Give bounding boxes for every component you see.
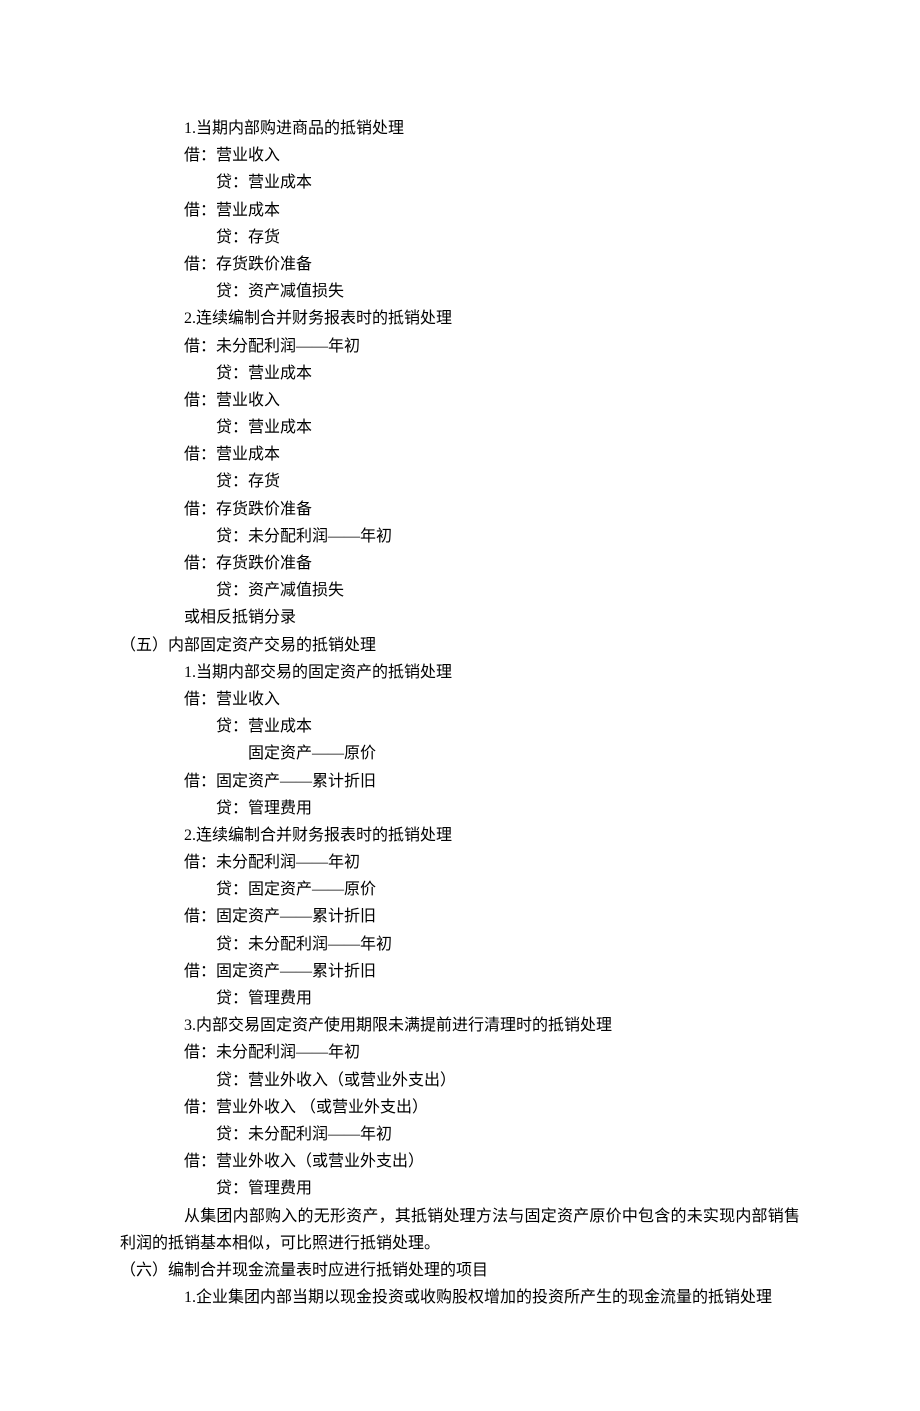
document-page: 1.当期内部购进商品的抵销处理借：营业收入贷：营业成本借：营业成本贷：存货借：存… — [0, 0, 920, 1411]
text-line: 贷：未分配利润——年初 — [120, 931, 800, 958]
text-line: 2.连续编制合并财务报表时的抵销处理 — [120, 822, 800, 849]
text-line: 借：营业外收入（或营业外支出） — [120, 1148, 800, 1175]
text-line: 3.内部交易固定资产使用期限未满提前进行清理时的抵销处理 — [120, 1012, 800, 1039]
text-line: 贷：存货 — [120, 224, 800, 251]
text-line: 借：固定资产——累计折旧 — [120, 958, 800, 985]
text-line: 借：固定资产——累计折旧 — [120, 768, 800, 795]
text-line: （六）编制合并现金流量表时应进行抵销处理的项目 — [120, 1257, 800, 1284]
text-line: 或相反抵销分录 — [120, 604, 800, 631]
text-line: 借：固定资产——累计折旧 — [120, 903, 800, 930]
content-lines: 1.当期内部购进商品的抵销处理借：营业收入贷：营业成本借：营业成本贷：存货借：存… — [120, 115, 800, 1203]
text-line: 1.当期内部购进商品的抵销处理 — [120, 115, 800, 142]
text-line: 贷：营业成本 — [120, 414, 800, 441]
text-line: 1.企业集团内部当期以现金投资或收购股权增加的投资所产生的现金流量的抵销处理 — [120, 1284, 800, 1311]
text-line: 贷：未分配利润——年初 — [120, 1121, 800, 1148]
text-line: 借：营业成本 — [120, 197, 800, 224]
text-line: 借：未分配利润——年初 — [120, 333, 800, 360]
text-line: 贷：资产减值损失 — [120, 278, 800, 305]
text-line: 借：营业收入 — [120, 686, 800, 713]
text-line: 贷：管理费用 — [120, 1175, 800, 1202]
paragraph-text: 从集团内部购入的无形资产，其抵销处理方法与固定资产原价中包含的未实现内部销售利润… — [120, 1203, 800, 1257]
text-line: 贷：营业成本 — [120, 360, 800, 387]
text-line: 2.连续编制合并财务报表时的抵销处理 — [120, 305, 800, 332]
text-line: 贷：营业成本 — [120, 169, 800, 196]
text-line: 借：营业成本 — [120, 441, 800, 468]
text-line: 贷：未分配利润——年初 — [120, 523, 800, 550]
text-line: 借：存货跌价准备 — [120, 550, 800, 577]
text-line: 借：存货跌价准备 — [120, 251, 800, 278]
content-tail: （六）编制合并现金流量表时应进行抵销处理的项目1.企业集团内部当期以现金投资或收… — [120, 1257, 800, 1311]
text-line: 借：营业收入 — [120, 142, 800, 169]
text-line: 借：未分配利润——年初 — [120, 1039, 800, 1066]
text-line: 贷：管理费用 — [120, 985, 800, 1012]
text-line: 贷：存货 — [120, 468, 800, 495]
text-line: 贷：固定资产——原价 — [120, 876, 800, 903]
text-line: 借：存货跌价准备 — [120, 496, 800, 523]
text-line: 借：营业外收入 （或营业外支出） — [120, 1094, 800, 1121]
text-line: 贷：营业外收入（或营业外支出） — [120, 1067, 800, 1094]
text-line: 贷：营业成本 — [120, 713, 800, 740]
text-line: 1.当期内部交易的固定资产的抵销处理 — [120, 659, 800, 686]
text-line: 贷：资产减值损失 — [120, 577, 800, 604]
text-line: 贷：管理费用 — [120, 795, 800, 822]
text-line: 借：未分配利润——年初 — [120, 849, 800, 876]
text-line: （五）内部固定资产交易的抵销处理 — [120, 632, 800, 659]
text-line: 固定资产——原价 — [120, 740, 800, 767]
text-line: 借：营业收入 — [120, 387, 800, 414]
